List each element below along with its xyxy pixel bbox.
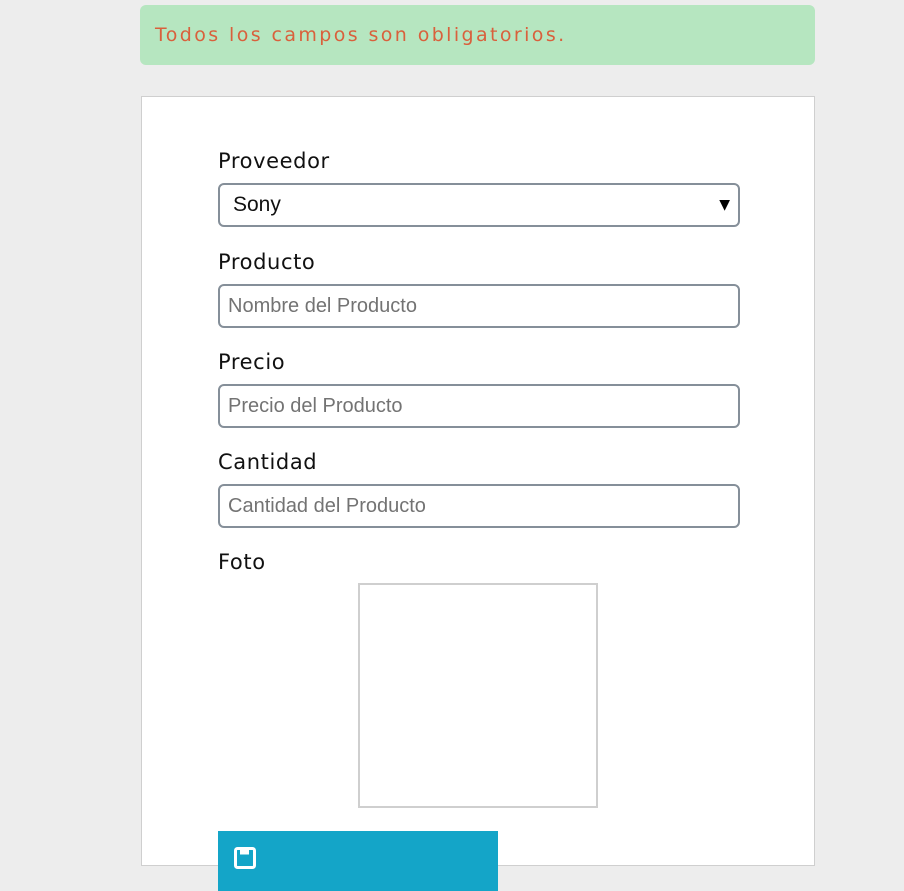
- price-field-wrapper: [218, 384, 740, 428]
- price-input[interactable]: [220, 386, 738, 426]
- provider-label: Proveedor: [218, 149, 330, 173]
- quantity-input[interactable]: [220, 486, 738, 526]
- alert-banner: Todos los campos son obligatorios.: [140, 5, 815, 65]
- photo-preview[interactable]: [358, 583, 598, 808]
- chevron-down-icon: ▼: [719, 197, 730, 213]
- provider-select[interactable]: Sony ▼: [218, 183, 740, 227]
- save-button[interactable]: [218, 831, 498, 891]
- photo-label: Foto: [218, 550, 266, 574]
- price-label: Precio: [218, 350, 286, 374]
- quantity-label: Cantidad: [218, 450, 318, 474]
- quantity-field-wrapper: [218, 484, 740, 528]
- product-label: Producto: [218, 250, 316, 274]
- product-form-card: Proveedor Sony ▼ Producto Precio Cantida…: [141, 96, 815, 891]
- alert-message: Todos los campos son obligatorios.: [155, 24, 567, 46]
- save-icon: [234, 847, 256, 869]
- provider-selected-value: Sony: [233, 193, 281, 216]
- product-field-wrapper: [218, 284, 740, 328]
- product-name-input[interactable]: [220, 286, 738, 326]
